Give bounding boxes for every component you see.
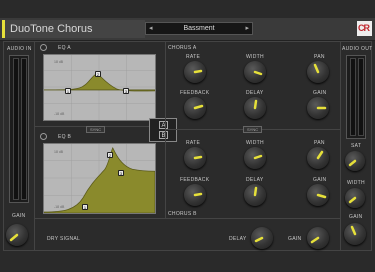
- input-meter-left: [13, 58, 19, 200]
- chorus-b-delay-knob[interactable]: [244, 184, 266, 206]
- preset-selector[interactable]: ◂ Bassment ▸: [145, 22, 253, 35]
- chorus-a-feedback-knob[interactable]: [184, 97, 206, 119]
- chorus-a-gain-knob[interactable]: [307, 97, 329, 119]
- chorus-b-gain-knob[interactable]: [307, 184, 329, 206]
- eq-a-db-bottom: -18 dB: [54, 112, 65, 116]
- chorus-b-feedback-knob[interactable]: [184, 184, 206, 206]
- output-width-label: WIDTH: [347, 180, 365, 186]
- output-gain-label: GAIN: [349, 214, 363, 220]
- chorus-b-width-label: WIDTH: [246, 140, 264, 146]
- chorus-a-rate-label: RATE: [186, 54, 201, 60]
- chorus-a-pan-knob[interactable]: [307, 61, 329, 83]
- eq-b-node-3[interactable]: 3: [118, 170, 124, 176]
- output-meter-left: [350, 58, 356, 136]
- brand-logo: CR: [357, 21, 372, 36]
- preset-name: Bassment: [183, 25, 215, 32]
- input-meter: [9, 55, 29, 203]
- chorus-b-pan-label: PAN: [314, 140, 325, 146]
- sat-pointer: [348, 159, 357, 167]
- eq-b-node-2[interactable]: 2: [107, 152, 113, 158]
- chorus-sync-button[interactable]: SYNC: [243, 126, 263, 133]
- eq-b-graph[interactable]: 18 dB -18 dB 1 2 3: [43, 143, 156, 214]
- input-meter-right: [21, 58, 27, 200]
- input-gain-pointer: [9, 233, 19, 242]
- output-width-pointer: [348, 196, 357, 204]
- title-area: DuoTone Chorus: [2, 20, 145, 38]
- sat-label: SAT: [351, 143, 362, 149]
- dry-signal-panel: [35, 218, 340, 251]
- dry-gain-knob[interactable]: [307, 227, 329, 249]
- chorus-a-width-knob[interactable]: [244, 61, 266, 83]
- chorus-b-pan-knob[interactable]: [307, 147, 329, 169]
- output-width-knob[interactable]: [345, 188, 365, 208]
- input-gain-label: GAIN: [12, 213, 26, 219]
- chorus-a-feedback-label: FEEDBACK: [180, 90, 210, 96]
- output-meter-right: [358, 58, 364, 136]
- eq-a-node-3[interactable]: 3: [123, 88, 129, 94]
- chorus-b-delay-label: DELAY: [246, 177, 264, 183]
- sat-knob[interactable]: [345, 151, 365, 171]
- eq-b-node-1[interactable]: 1: [82, 204, 88, 210]
- dry-gain-label: GAIN: [288, 236, 302, 242]
- chorus-b-feedback-label: FEEDBACK: [180, 177, 210, 183]
- audio-in-label: AUDIO IN: [7, 46, 32, 52]
- chorus-a-gain-label: GAIN: [313, 90, 327, 96]
- chorus-a-width-label: WIDTH: [246, 54, 264, 60]
- chorus-b-title: CHORUS B: [168, 211, 197, 217]
- output-gain-pointer: [350, 225, 357, 236]
- chorus-a-delay-knob[interactable]: [244, 97, 266, 119]
- eq-b-db-bottom: -18 dB: [54, 205, 65, 209]
- eq-b-db-top: 18 dB: [54, 150, 64, 154]
- eq-a-power-icon[interactable]: [40, 44, 47, 51]
- chorus-b-width-knob[interactable]: [244, 147, 266, 169]
- chorus-b-rate-knob[interactable]: [184, 147, 206, 169]
- eq-a-db-top: 18 dB: [54, 60, 64, 64]
- eq-b-curve: [44, 147, 155, 213]
- chorus-a-pan-label: PAN: [314, 54, 325, 60]
- chorus-b-rate-label: RATE: [186, 140, 201, 146]
- eq-b-power-icon[interactable]: [40, 133, 47, 140]
- output-gain-knob[interactable]: [344, 223, 366, 245]
- chorus-a-rate-knob[interactable]: [184, 61, 206, 83]
- eq-a-graph[interactable]: 18 dB -18 dB 1 2 3: [43, 54, 156, 121]
- eq-a-node-2[interactable]: 2: [95, 71, 101, 77]
- output-meter: [346, 55, 366, 139]
- app-title: DuoTone Chorus: [10, 23, 93, 35]
- eq-a-title: EQ A: [58, 45, 71, 51]
- eq-a-sync-button[interactable]: SYNC: [86, 126, 106, 133]
- preset-next-icon[interactable]: ▸: [245, 24, 249, 32]
- input-gain-knob[interactable]: [6, 224, 28, 246]
- brand-logo-text: CR: [358, 23, 370, 33]
- eq-b-title: EQ B: [58, 134, 72, 140]
- chorus-a-title: CHORUS A: [168, 45, 197, 51]
- dry-delay-knob[interactable]: [251, 227, 273, 249]
- eq-a-node-1[interactable]: 1: [65, 88, 71, 94]
- chorus-a-delay-label: DELAY: [246, 90, 264, 96]
- audio-out-label: AUDIO OUT: [342, 46, 373, 52]
- chorus-b-gain-label: GAIN: [313, 177, 327, 183]
- dry-signal-title: DRY SIGNAL: [47, 236, 81, 242]
- dry-delay-label: DELAY: [229, 236, 247, 242]
